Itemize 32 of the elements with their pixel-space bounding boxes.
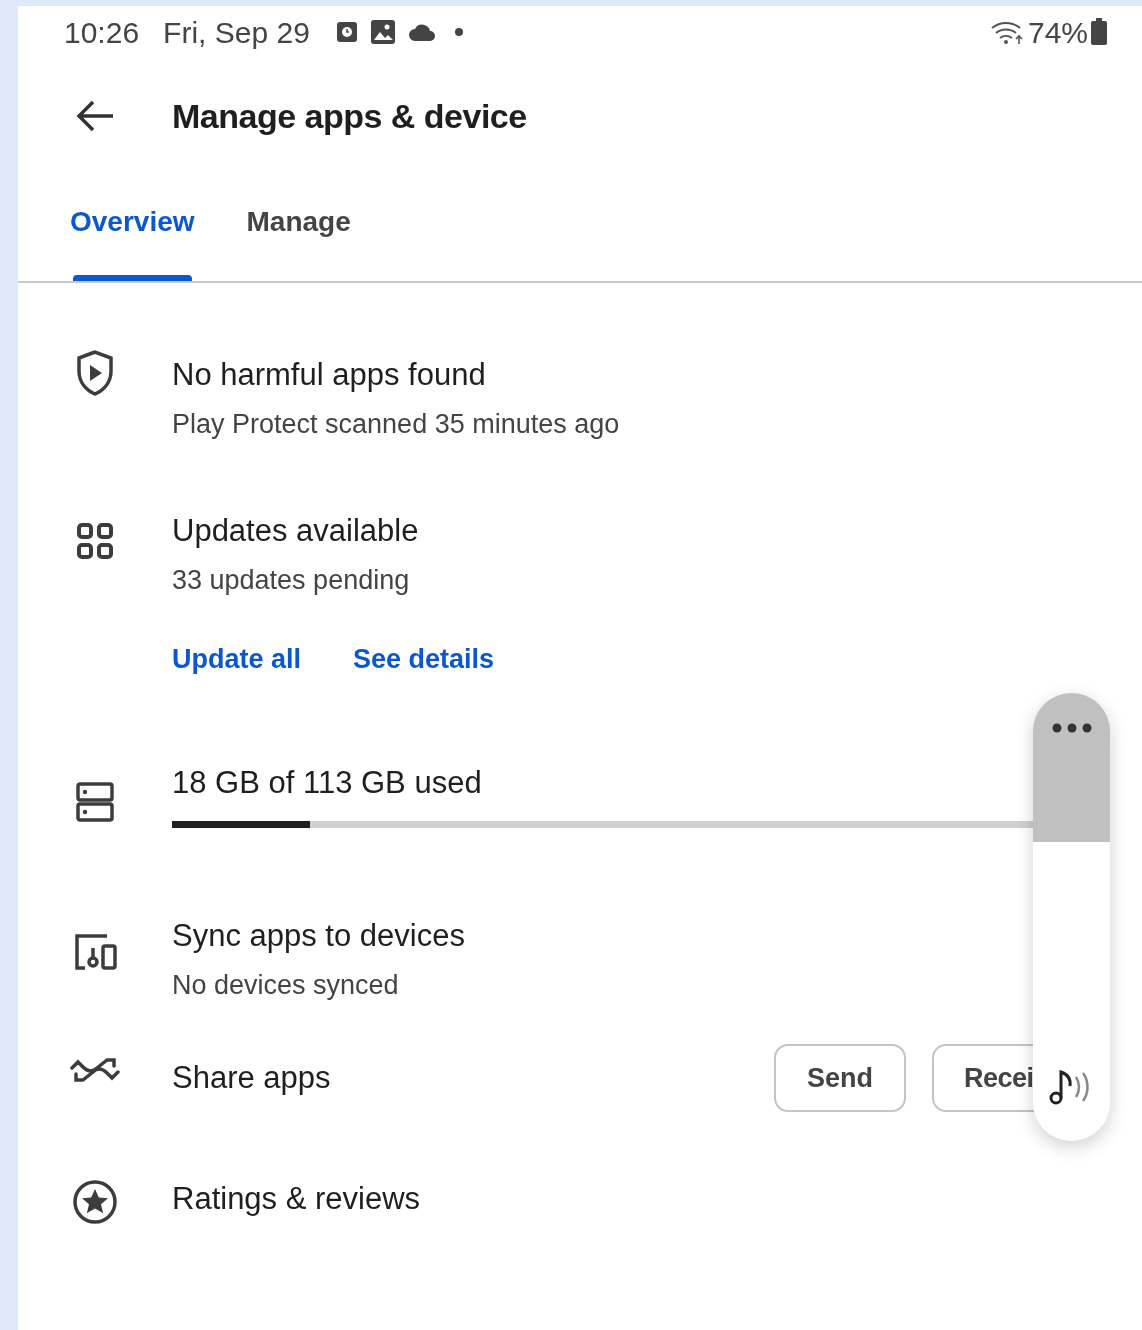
share-button[interactable]: Send <box>774 1044 906 1112</box>
more-dots-icon <box>1051 723 1092 733</box>
page-title: Manage apps & device <box>172 95 527 137</box>
tab[interactable]: Overview <box>70 201 195 281</box>
devices-icon <box>73 934 117 970</box>
row-title: No harmful apps found <box>172 356 487 394</box>
storage-icon <box>76 782 114 822</box>
image-icon <box>369 19 396 45</box>
row-subtitle: 33 updates pending <box>172 564 411 597</box>
row-title: Share apps <box>172 1059 332 1097</box>
dot-icon <box>453 27 464 37</box>
battery-percent: 74% <box>1027 14 1088 51</box>
row-title: Updates available <box>172 512 420 550</box>
row-title: Sync apps to devices <box>172 917 466 955</box>
row-title: Ratings & reviews <box>172 1180 422 1218</box>
storage-label: 18 GB of 113 GB used <box>172 764 482 802</box>
star-circle-icon <box>72 1179 118 1225</box>
shield-play-icon <box>75 349 115 397</box>
clock-icon <box>335 20 358 44</box>
back-arrow-icon <box>75 99 115 133</box>
text-button[interactable]: See details <box>353 639 495 679</box>
battery-icon <box>1090 18 1108 46</box>
text-button[interactable]: Update all <box>172 639 302 679</box>
tab[interactable]: Manage <box>246 201 351 281</box>
swap-arrows-icon <box>70 1058 120 1082</box>
status-date: Fri, Sep 29 <box>163 14 310 51</box>
wifi-icon <box>989 19 1024 45</box>
status-time: 10:26 <box>64 14 140 51</box>
row-subtitle: No devices synced <box>172 969 400 1002</box>
cloud-icon <box>407 22 436 42</box>
grid-icon <box>77 523 113 559</box>
row-subtitle: Play Protect scanned 35 minutes ago <box>172 408 621 441</box>
